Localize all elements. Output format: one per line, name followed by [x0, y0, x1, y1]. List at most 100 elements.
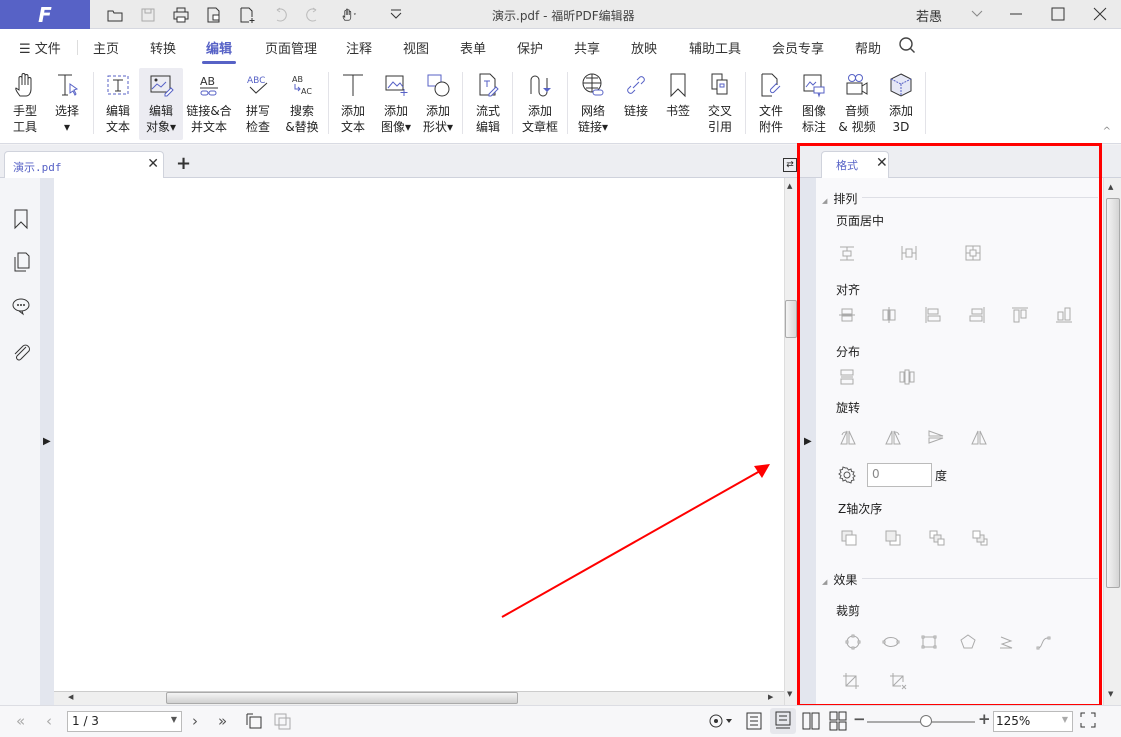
- edit-object-button[interactable]: 编辑 对象▾: [139, 68, 183, 140]
- search-replace-button[interactable]: AB AC 搜索 &替换: [280, 68, 324, 140]
- zoom-slider-handle[interactable]: [920, 715, 932, 727]
- replace-page-icon[interactable]: [272, 711, 292, 735]
- page-dropdown-icon[interactable]: ▼: [171, 715, 177, 724]
- add-article-box-button[interactable]: 添加 文章框: [518, 68, 562, 140]
- continuous-view-icon[interactable]: [770, 708, 796, 734]
- customize-icon[interactable]: [384, 4, 408, 26]
- bookmark-panel-icon[interactable]: [11, 208, 31, 230]
- comments-panel-icon[interactable]: [11, 295, 31, 317]
- align-center-vertical-icon[interactable]: [878, 304, 900, 326]
- close-tab-icon[interactable]: ✕: [147, 156, 159, 172]
- bring-to-front-icon[interactable]: [838, 527, 860, 549]
- page-number-input[interactable]: 1 / 3 ▼: [67, 711, 182, 732]
- close-format-panel-icon[interactable]: ✕: [876, 155, 888, 171]
- new-doc-icon[interactable]: [235, 4, 259, 26]
- document-canvas[interactable]: [54, 178, 784, 691]
- center-both-icon[interactable]: [962, 242, 984, 264]
- add-text-button[interactable]: 添加 文本: [331, 68, 375, 140]
- section-arrange[interactable]: ◢ 排列: [822, 190, 857, 207]
- add-image-button[interactable]: 添加 图像▾: [374, 68, 418, 140]
- rotate-right-icon[interactable]: [882, 426, 904, 448]
- bookmark-button[interactable]: 书签: [656, 68, 700, 140]
- send-to-back-icon[interactable]: [882, 527, 904, 549]
- menu-view[interactable]: 视图: [403, 38, 429, 57]
- hand-tool-button[interactable]: 手型 工具: [3, 68, 47, 140]
- zoom-in-button[interactable]: +: [978, 710, 991, 728]
- menu-file[interactable]: ☰ 文件: [19, 38, 61, 57]
- cross-reference-button[interactable]: 交叉 引用: [698, 68, 742, 140]
- menu-comment[interactable]: 注释: [346, 38, 372, 57]
- open-icon[interactable]: [103, 4, 127, 26]
- document-vertical-scrollbar[interactable]: ▲ ▼: [784, 178, 798, 705]
- undo-icon[interactable]: [268, 4, 292, 26]
- user-dropdown-icon[interactable]: [962, 3, 992, 25]
- select-tool-button[interactable]: 选择 ▾: [45, 68, 89, 140]
- align-right-icon[interactable]: [966, 304, 988, 326]
- rotate-view-icon[interactable]: [244, 711, 264, 735]
- collapse-ribbon-icon[interactable]: ^: [1103, 126, 1111, 137]
- audio-video-button[interactable]: 音频 & 视频: [835, 68, 879, 140]
- link-button[interactable]: 链接: [614, 68, 658, 140]
- menu-protect[interactable]: 保护: [517, 38, 543, 57]
- menu-help[interactable]: 帮助: [855, 38, 881, 57]
- align-top-icon[interactable]: [1009, 304, 1031, 326]
- menu-page-management[interactable]: 页面管理: [265, 38, 317, 57]
- crop-polyline-icon[interactable]: [995, 631, 1017, 653]
- spell-check-button[interactable]: ABC 拼写 检查: [236, 68, 280, 140]
- reflow-edit-button[interactable]: 流式 编辑: [466, 68, 510, 140]
- crop-circle-icon[interactable]: [842, 631, 864, 653]
- center-horizontal-icon[interactable]: [836, 242, 858, 264]
- add-3d-button[interactable]: 添加 3D: [879, 68, 923, 140]
- document-tab[interactable]: 演示.pdf ✕: [4, 151, 164, 179]
- collapse-right-panel-icon[interactable]: ▶: [804, 436, 812, 447]
- zoom-dropdown-icon[interactable]: ▼: [1062, 715, 1068, 724]
- link-merge-text-button[interactable]: AB 链接&合 并文本: [185, 68, 233, 140]
- crop-curve-icon[interactable]: [1033, 631, 1055, 653]
- web-link-button[interactable]: 网络 链接▾: [571, 68, 615, 140]
- panel-scroll-up-icon[interactable]: ▲: [1108, 183, 1113, 191]
- document-horizontal-scroll-thumb[interactable]: [166, 692, 518, 704]
- expand-left-panel-icon[interactable]: ▶: [43, 436, 51, 447]
- menu-convert[interactable]: 转换: [150, 38, 176, 57]
- scroll-down-icon[interactable]: ▼: [787, 690, 792, 698]
- reading-mode-icon[interactable]: [708, 712, 734, 734]
- menu-member[interactable]: 会员专享: [772, 38, 824, 57]
- maximize-button[interactable]: [1043, 3, 1073, 25]
- format-tab[interactable]: 格式 ✕: [821, 151, 889, 179]
- new-from-file-icon[interactable]: [202, 4, 226, 26]
- menu-edit[interactable]: 编辑: [206, 38, 232, 57]
- menu-present[interactable]: 放映: [631, 38, 657, 57]
- align-center-horizontal-icon[interactable]: [836, 304, 858, 326]
- menu-form[interactable]: 表单: [460, 38, 486, 57]
- fullscreen-icon[interactable]: [1080, 712, 1096, 732]
- print-icon[interactable]: [169, 4, 193, 26]
- zoom-out-button[interactable]: −: [853, 710, 866, 728]
- first-page-button[interactable]: «: [16, 712, 25, 730]
- last-page-button[interactable]: »: [218, 712, 227, 730]
- search-icon[interactable]: [898, 36, 916, 58]
- menu-home[interactable]: 主页: [93, 38, 119, 57]
- align-left-icon[interactable]: [922, 304, 944, 326]
- document-vertical-scroll-thumb[interactable]: [785, 300, 797, 338]
- rotation-angle-input[interactable]: 0: [867, 463, 932, 487]
- two-page-continuous-icon[interactable]: [829, 711, 847, 735]
- bring-forward-icon[interactable]: [926, 527, 948, 549]
- scroll-right-icon[interactable]: ▶: [768, 693, 773, 701]
- redo-icon[interactable]: [301, 4, 325, 26]
- crop-rectangle-icon[interactable]: [918, 631, 940, 653]
- previous-page-button[interactable]: ‹: [46, 712, 52, 730]
- scroll-left-icon[interactable]: ◀: [68, 693, 73, 701]
- edit-text-button[interactable]: 编辑 文本: [96, 68, 140, 140]
- image-annotation-button[interactable]: 图像 标注: [792, 68, 836, 140]
- distribute-horizontal-icon[interactable]: [896, 366, 918, 388]
- close-button[interactable]: [1085, 3, 1115, 25]
- pages-panel-icon[interactable]: [11, 251, 31, 273]
- send-backward-icon[interactable]: [969, 527, 991, 549]
- clear-crop-icon[interactable]: [887, 670, 909, 692]
- next-page-button[interactable]: ›: [192, 712, 198, 730]
- two-page-view-icon[interactable]: [802, 711, 820, 735]
- zoom-level-input[interactable]: 125% ▼: [993, 711, 1073, 732]
- swap-panel-icon[interactable]: ⇄: [783, 158, 797, 172]
- format-panel-scroll-thumb[interactable]: [1106, 198, 1120, 588]
- center-vertical-icon[interactable]: [898, 242, 920, 264]
